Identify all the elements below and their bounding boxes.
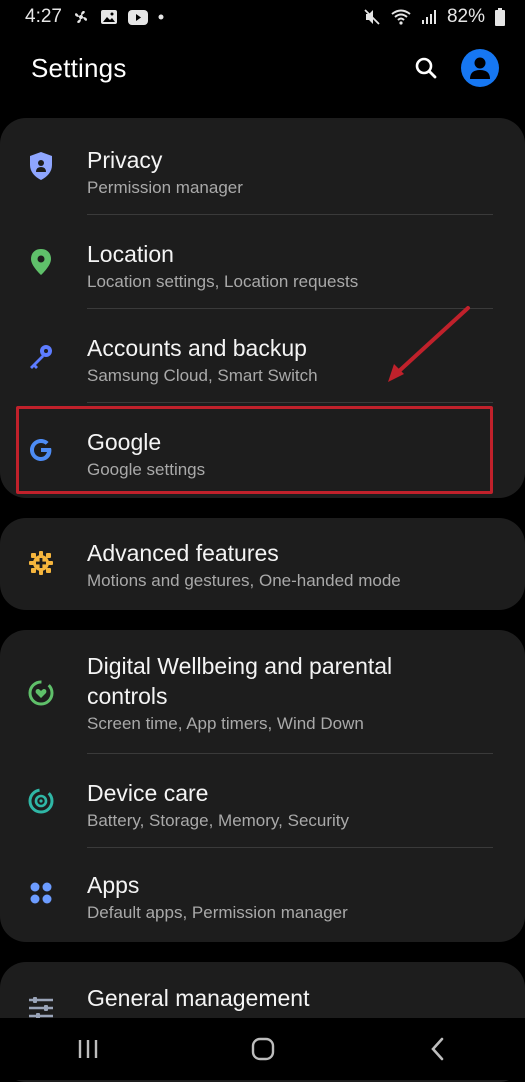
status-time: 4:27 — [25, 6, 62, 27]
settings-item-advanced-features[interactable]: Advanced features Motions and gestures, … — [0, 518, 525, 610]
settings-item-location[interactable]: Location Location settings, Location req… — [0, 215, 525, 309]
status-right: 82% — [363, 6, 505, 28]
header-actions — [411, 49, 499, 87]
settings-item-apps[interactable]: Apps Default apps, Permission manager — [0, 848, 525, 942]
wellbeing-icon — [26, 678, 56, 708]
battery-icon — [495, 8, 505, 26]
highlight-box — [16, 406, 493, 494]
home-button[interactable] — [233, 1024, 293, 1074]
settings-item-device-care[interactable]: Device care Battery, Storage, Memory, Se… — [0, 754, 525, 848]
settings-card-advanced: Advanced features Motions and gestures, … — [0, 518, 525, 610]
item-subtitle: Default apps, Permission manager — [87, 903, 348, 922]
gallery-icon — [100, 9, 118, 25]
gear-plus-icon — [26, 548, 56, 578]
location-pin-icon — [26, 247, 56, 277]
mute-icon — [363, 8, 381, 26]
settings-card-device: Digital Wellbeing and parental controls … — [0, 630, 525, 942]
wifi-icon — [391, 9, 411, 25]
item-title: Privacy — [87, 147, 163, 173]
home-icon — [251, 1037, 274, 1061]
pinwheel-icon — [72, 8, 90, 26]
back-icon — [430, 1037, 443, 1061]
item-subtitle: Permission manager — [87, 178, 243, 197]
search-icon — [415, 57, 437, 79]
dot-icon — [158, 14, 164, 20]
item-subtitle: Motions and gestures, One-handed mode — [87, 571, 401, 590]
signal-icon — [421, 9, 437, 25]
settings-item-accounts-backup[interactable]: Accounts and backup Samsung Cloud, Smart… — [0, 309, 525, 403]
item-title: Advanced features — [87, 540, 279, 566]
shield-icon — [26, 151, 56, 181]
navigation-bar — [0, 1018, 525, 1080]
item-title: Device care — [87, 780, 209, 806]
settings-item-digital-wellbeing[interactable]: Digital Wellbeing and parental controls … — [0, 630, 525, 754]
item-subtitle: Screen time, App timers, Wind Down — [87, 714, 364, 733]
back-button[interactable] — [408, 1024, 468, 1074]
page-title: Settings — [31, 52, 127, 83]
item-title-line1: Digital Wellbeing and parental — [87, 653, 393, 679]
device-care-icon — [26, 786, 56, 816]
item-subtitle: Samsung Cloud, Smart Switch — [87, 366, 318, 385]
youtube-icon — [127, 9, 148, 25]
battery-percent: 82% — [446, 6, 485, 27]
recent-apps-icon — [78, 1040, 97, 1058]
item-subtitle: Location settings, Location requests — [87, 272, 359, 291]
item-subtitle: Battery, Storage, Memory, Security — [87, 811, 350, 830]
status-bar: 4:27 82% — [0, 0, 525, 34]
item-title: Accounts and backup — [87, 335, 307, 361]
person-icon — [470, 57, 490, 79]
status-left: 4:27 — [25, 6, 164, 28]
recent-apps-button[interactable] — [58, 1024, 118, 1074]
item-title: Apps — [87, 872, 140, 898]
search-button[interactable] — [411, 53, 441, 83]
settings-item-privacy[interactable]: Privacy Permission manager — [0, 121, 525, 215]
item-title-line2: controls — [87, 683, 168, 709]
key-icon — [26, 341, 56, 371]
apps-grid-icon — [26, 878, 56, 908]
item-title: General management — [87, 985, 310, 1011]
app-header: Settings — [0, 40, 525, 96]
profile-avatar-button[interactable] — [461, 49, 499, 87]
item-title: Location — [87, 241, 174, 267]
